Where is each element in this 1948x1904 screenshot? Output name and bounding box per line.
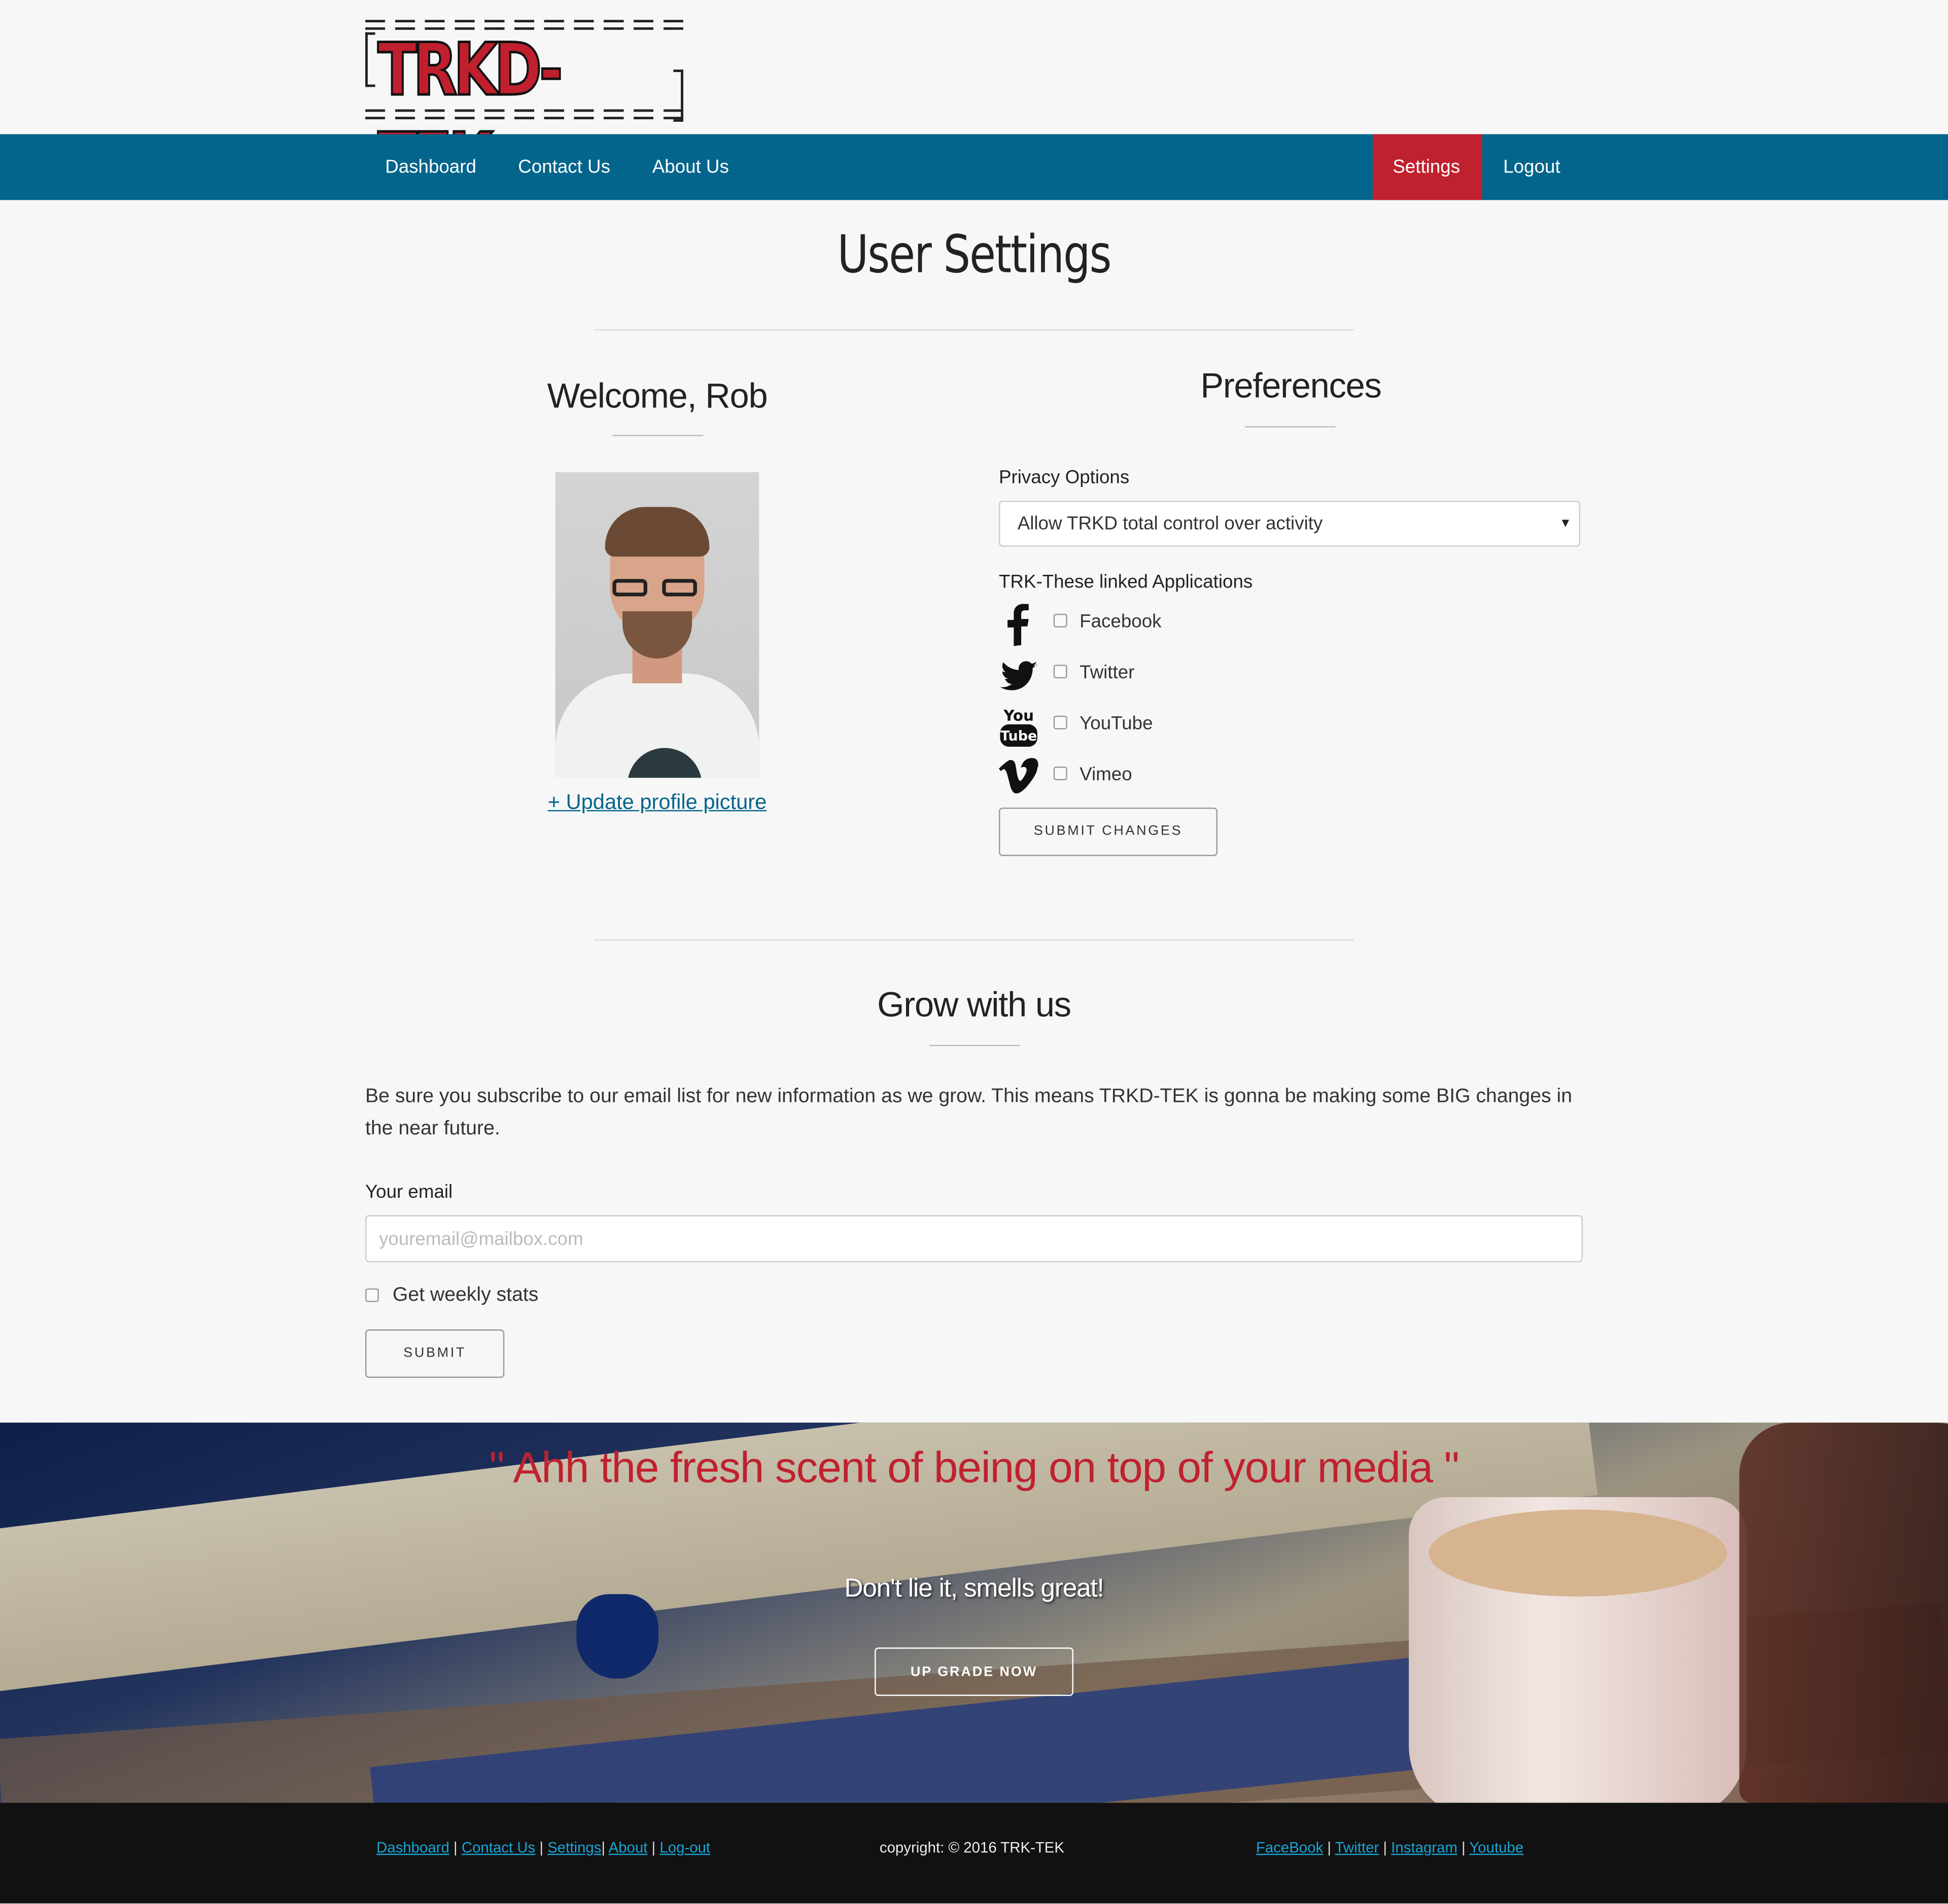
footer-separator: | xyxy=(449,1839,462,1856)
footer-separator: | xyxy=(601,1839,609,1856)
footer-link-twitter[interactable]: Twitter xyxy=(1335,1839,1379,1856)
main-nav: Dashboard Contact Us About Us Settings L… xyxy=(0,134,1948,200)
welcome-underline xyxy=(612,435,704,436)
page-title: User Settings xyxy=(837,223,1112,285)
footer-link-youtube[interactable]: Youtube xyxy=(1469,1839,1523,1856)
facebook-icon xyxy=(1007,604,1029,646)
hero-subtext: Don't lie it, smells great! xyxy=(844,1574,1104,1603)
preferences-underline xyxy=(1244,426,1336,428)
nav-dashboard[interactable]: Dashboard xyxy=(365,134,496,200)
footer-link-log-out[interactable]: Log-out xyxy=(659,1839,710,1856)
footer-nav-links: Dashboard | Contact Us | Settings| About… xyxy=(376,1839,710,1856)
footer-separator: | xyxy=(1457,1839,1470,1856)
upgrade-now-button[interactable]: UP GRADE NOW xyxy=(875,1647,1073,1696)
avatar-hair xyxy=(605,507,710,557)
vimeo-label: Vimeo xyxy=(1080,764,1132,785)
facebook-label: Facebook xyxy=(1080,611,1162,633)
svg-text:You: You xyxy=(1003,707,1034,724)
email-label: Your email xyxy=(365,1181,453,1203)
welcome-heading: Welcome, Rob xyxy=(547,376,768,415)
update-profile-picture-link[interactable]: + Update profile picture xyxy=(544,790,771,815)
hero-quote: " Ahh the fresh scent of being on top of… xyxy=(489,1443,1459,1493)
footer-link-contact-us[interactable]: Contact Us xyxy=(462,1839,535,1856)
weekly-stats-checkbox[interactable] xyxy=(365,1288,379,1302)
footer-link-settings[interactable]: Settings xyxy=(547,1839,601,1856)
glasses-left-lens xyxy=(612,579,647,597)
privacy-options-label: Privacy Options xyxy=(998,467,1130,489)
submit-changes-button[interactable]: SUBMIT CHANGES xyxy=(998,807,1218,856)
avatar xyxy=(555,472,759,778)
divider xyxy=(594,329,1354,331)
weekly-stats-label: Get weekly stats xyxy=(392,1285,539,1306)
twitter-label: Twitter xyxy=(1080,662,1135,683)
vimeo-checkbox[interactable] xyxy=(1053,767,1067,780)
nav-about-us[interactable]: About Us xyxy=(633,134,749,200)
youtube-label: YouTube xyxy=(1080,713,1153,735)
footer-link-dashboard[interactable]: Dashboard xyxy=(376,1839,449,1856)
nav-logout[interactable]: Logout xyxy=(1483,134,1580,200)
footer-copyright: copyright: © 2016 TRK-TEK xyxy=(879,1839,1065,1856)
email-input[interactable] xyxy=(365,1215,1583,1263)
avatar-glasses xyxy=(612,579,702,599)
footer-separator: | xyxy=(1379,1839,1392,1856)
twitter-icon xyxy=(1000,661,1037,690)
preferences-heading: Preferences xyxy=(1200,366,1381,405)
privacy-options-value: Allow TRKD total control over activity xyxy=(1017,513,1323,535)
site-header: TRKD-TEK xyxy=(0,0,1948,202)
grow-body-text: Be sure you subscribe to our email list … xyxy=(365,1086,1572,1139)
divider-2 xyxy=(594,939,1354,941)
nav-contact-us[interactable]: Contact Us xyxy=(498,134,630,200)
footer-separator: | xyxy=(647,1839,660,1856)
footer-separator: | xyxy=(1323,1839,1335,1856)
grow-underline xyxy=(929,1045,1020,1047)
logo-bracket-left xyxy=(365,32,375,87)
chevron-down-icon: ▼ xyxy=(1559,516,1572,531)
logo-dash-top xyxy=(365,20,683,23)
logo-dash-bottom-2 xyxy=(365,117,683,120)
footer-link-instagram[interactable]: Instagram xyxy=(1391,1839,1457,1856)
logo-dash-bottom xyxy=(365,109,683,112)
facebook-checkbox[interactable] xyxy=(1053,613,1067,628)
linked-apps-label: TRK-These linked Applications xyxy=(998,571,1253,593)
glasses-right-lens xyxy=(662,579,697,597)
site-logo[interactable]: TRKD-TEK xyxy=(365,20,683,202)
svg-text:Tube: Tube xyxy=(1000,729,1037,744)
footer-separator: | xyxy=(535,1839,548,1856)
youtube-checkbox[interactable] xyxy=(1053,715,1067,730)
apple-logo-icon xyxy=(576,1594,658,1679)
footer-social-links: FaceBook | Twitter | Instagram | Youtube xyxy=(1256,1839,1523,1856)
logo-bracket-right xyxy=(673,70,683,122)
twitter-checkbox[interactable] xyxy=(1053,665,1067,679)
submit-button[interactable]: SUBMIT xyxy=(365,1329,505,1378)
footer-link-facebook[interactable]: FaceBook xyxy=(1256,1839,1323,1856)
grow-heading: Grow with us xyxy=(877,985,1071,1024)
vimeo-icon xyxy=(998,758,1038,793)
privacy-options-select[interactable]: Allow TRKD total control over activity ▼ xyxy=(998,500,1581,547)
footer-link-about[interactable]: About xyxy=(609,1839,648,1856)
nav-settings[interactable]: Settings xyxy=(1373,134,1482,200)
youtube-icon: You Tube xyxy=(1000,707,1037,747)
